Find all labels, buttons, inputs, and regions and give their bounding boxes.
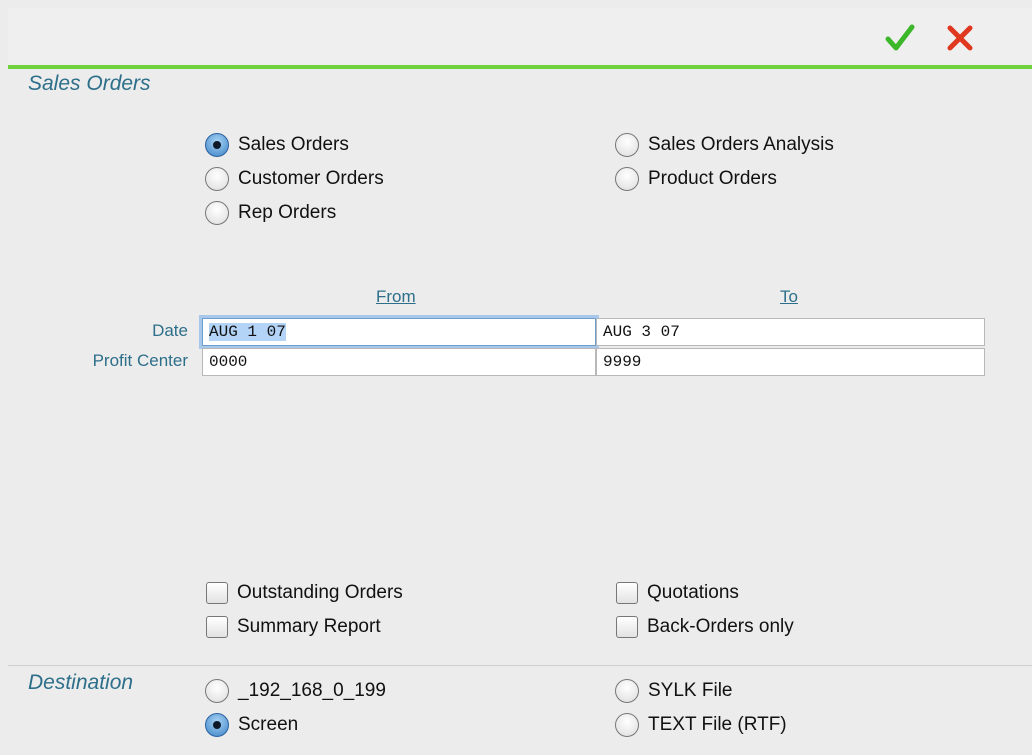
- checkbox-indicator[interactable]: [616, 616, 638, 638]
- checkmark-icon: [885, 24, 915, 51]
- radio-label: TEXT File (RTF): [648, 714, 787, 735]
- radio-destination-text-file[interactable]: TEXT File (RTF): [615, 713, 787, 737]
- checkbox-label: Back-Orders only: [647, 616, 794, 637]
- radio-label: Product Orders: [648, 168, 777, 189]
- checkbox-indicator[interactable]: [206, 616, 228, 638]
- radio-label: Rep Orders: [238, 202, 337, 223]
- close-icon: [947, 25, 973, 51]
- checkbox-label: Quotations: [647, 582, 739, 603]
- radio-rep-orders[interactable]: Rep Orders: [205, 201, 336, 225]
- radio-label: Screen: [238, 714, 299, 735]
- checkbox-outstanding-orders[interactable]: Outstanding Orders: [206, 582, 403, 604]
- radio-label: Sales Orders Analysis: [648, 134, 834, 155]
- date-to-field[interactable]: AUG 3 07: [596, 318, 985, 346]
- radio-label: _192_168_0_199: [238, 680, 386, 701]
- radio-customer-orders[interactable]: Customer Orders: [205, 167, 384, 191]
- section-title-sales-orders: Sales Orders: [28, 72, 151, 95]
- radio-indicator[interactable]: [615, 133, 639, 157]
- checkbox-quotations[interactable]: Quotations: [616, 582, 739, 604]
- header-divider: [8, 65, 1032, 69]
- ok-button[interactable]: [880, 18, 920, 58]
- radio-destination-printer[interactable]: _192_168_0_199: [205, 679, 386, 703]
- radio-indicator[interactable]: [615, 679, 639, 703]
- radio-indicator[interactable]: [205, 713, 229, 737]
- cancel-button[interactable]: [940, 18, 980, 58]
- to-column-header: To: [780, 287, 798, 306]
- profit-center-from-value: 0000: [209, 353, 248, 371]
- checkbox-back-orders-only[interactable]: Back-Orders only: [616, 616, 794, 638]
- radio-indicator[interactable]: [615, 713, 639, 737]
- toolbar: [8, 8, 1032, 66]
- date-label: Date: [152, 321, 188, 340]
- profit-center-from-field[interactable]: 0000: [202, 348, 596, 376]
- checkbox-summary-report[interactable]: Summary Report: [206, 616, 381, 638]
- radio-indicator[interactable]: [205, 201, 229, 225]
- radio-destination-screen[interactable]: Screen: [205, 713, 298, 737]
- checkbox-indicator[interactable]: [616, 582, 638, 604]
- radio-label: Sales Orders: [238, 134, 349, 155]
- radio-indicator[interactable]: [205, 133, 229, 157]
- section-title-destination: Destination: [28, 671, 134, 694]
- radio-label: Customer Orders: [238, 168, 384, 189]
- checkbox-label: Outstanding Orders: [237, 582, 403, 603]
- date-to-value: AUG 3 07: [603, 323, 680, 341]
- radio-label: SYLK File: [648, 680, 733, 701]
- profit-center-to-value: 9999: [603, 353, 642, 371]
- radio-sales-orders[interactable]: Sales Orders: [205, 133, 349, 157]
- profit-center-to-field[interactable]: 9999: [596, 348, 985, 376]
- checkbox-label: Summary Report: [237, 616, 381, 637]
- date-from-value: AUG 1 07: [209, 323, 286, 341]
- profit-center-label: Profit Center: [92, 351, 188, 370]
- radio-indicator[interactable]: [205, 679, 229, 703]
- radio-indicator[interactable]: [615, 167, 639, 191]
- radio-destination-sylk-file[interactable]: SYLK File: [615, 679, 732, 703]
- radio-sales-orders-analysis[interactable]: Sales Orders Analysis: [615, 133, 834, 157]
- section-divider: [8, 665, 1032, 666]
- date-from-field[interactable]: AUG 1 07: [199, 315, 599, 349]
- from-column-header: From: [376, 287, 416, 306]
- radio-indicator[interactable]: [205, 167, 229, 191]
- checkbox-indicator[interactable]: [206, 582, 228, 604]
- radio-product-orders[interactable]: Product Orders: [615, 167, 777, 191]
